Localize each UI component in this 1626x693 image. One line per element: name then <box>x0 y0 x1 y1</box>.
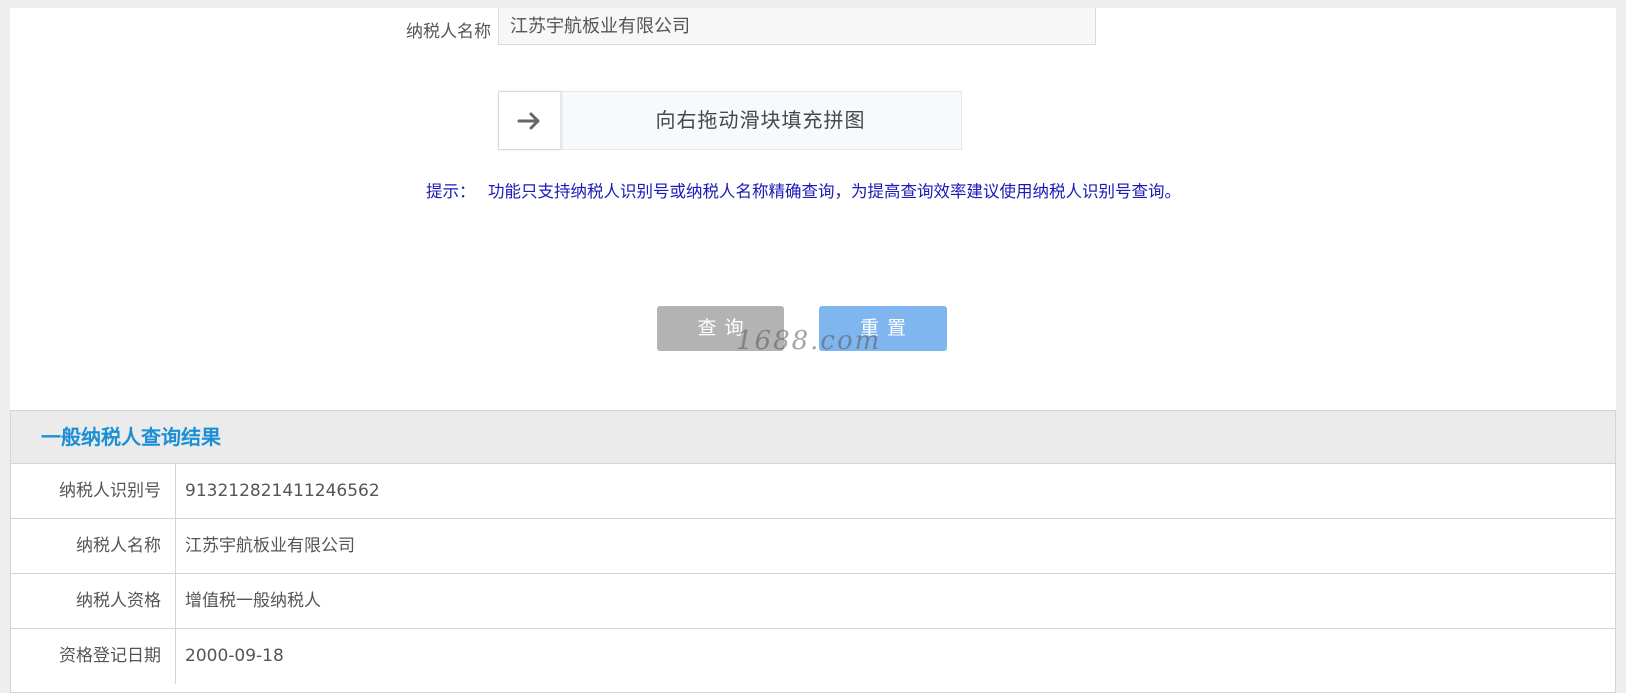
slider-captcha[interactable]: 向右拖动滑块填充拼图 <box>498 91 962 150</box>
row-label-taxpayer-name: 纳税人名称 <box>11 519 176 573</box>
row-value-taxpayer-name: 江苏宇航板业有限公司 <box>185 536 355 556</box>
arrow-right-icon <box>517 112 539 129</box>
row-value-taxpayer-qualification: 增值税一般纳税人 <box>185 591 321 611</box>
row-label-registration-date: 资格登记日期 <box>11 629 176 684</box>
watermark: 1688.com <box>736 326 882 356</box>
hint-label: 提示： <box>426 182 476 201</box>
result-title: 一般纳税人查询结果 <box>11 411 1615 464</box>
table-row: 纳税人识别号 913212821411246562 <box>11 464 1615 519</box>
row-label-taxpayer-qualification: 纳税人资格 <box>11 574 176 628</box>
table-row: 资格登记日期 2000-09-18 <box>11 629 1615 684</box>
taxpayer-name-label: 纳税人名称 <box>406 22 491 42</box>
hint-text: 功能只支持纳税人识别号或纳税人名称精确查询，为提高查询效率建议使用纳税人识别号查… <box>488 182 1181 201</box>
table-row: 纳税人资格 增值税一般纳税人 <box>11 574 1615 629</box>
slider-knob[interactable] <box>499 92 561 149</box>
row-label-taxpayer-id: 纳税人识别号 <box>11 464 176 518</box>
taxpayer-name-input[interactable] <box>498 8 1096 45</box>
table-row: 纳税人名称 江苏宇航板业有限公司 <box>11 519 1615 574</box>
result-table: 一般纳税人查询结果 纳税人识别号 913212821411246562 纳税人名… <box>10 410 1616 693</box>
row-value-registration-date: 2000-09-18 <box>185 646 284 666</box>
slider-instruction: 向右拖动滑块填充拼图 <box>655 108 866 132</box>
row-value-taxpayer-id: 913212821411246562 <box>185 481 380 501</box>
